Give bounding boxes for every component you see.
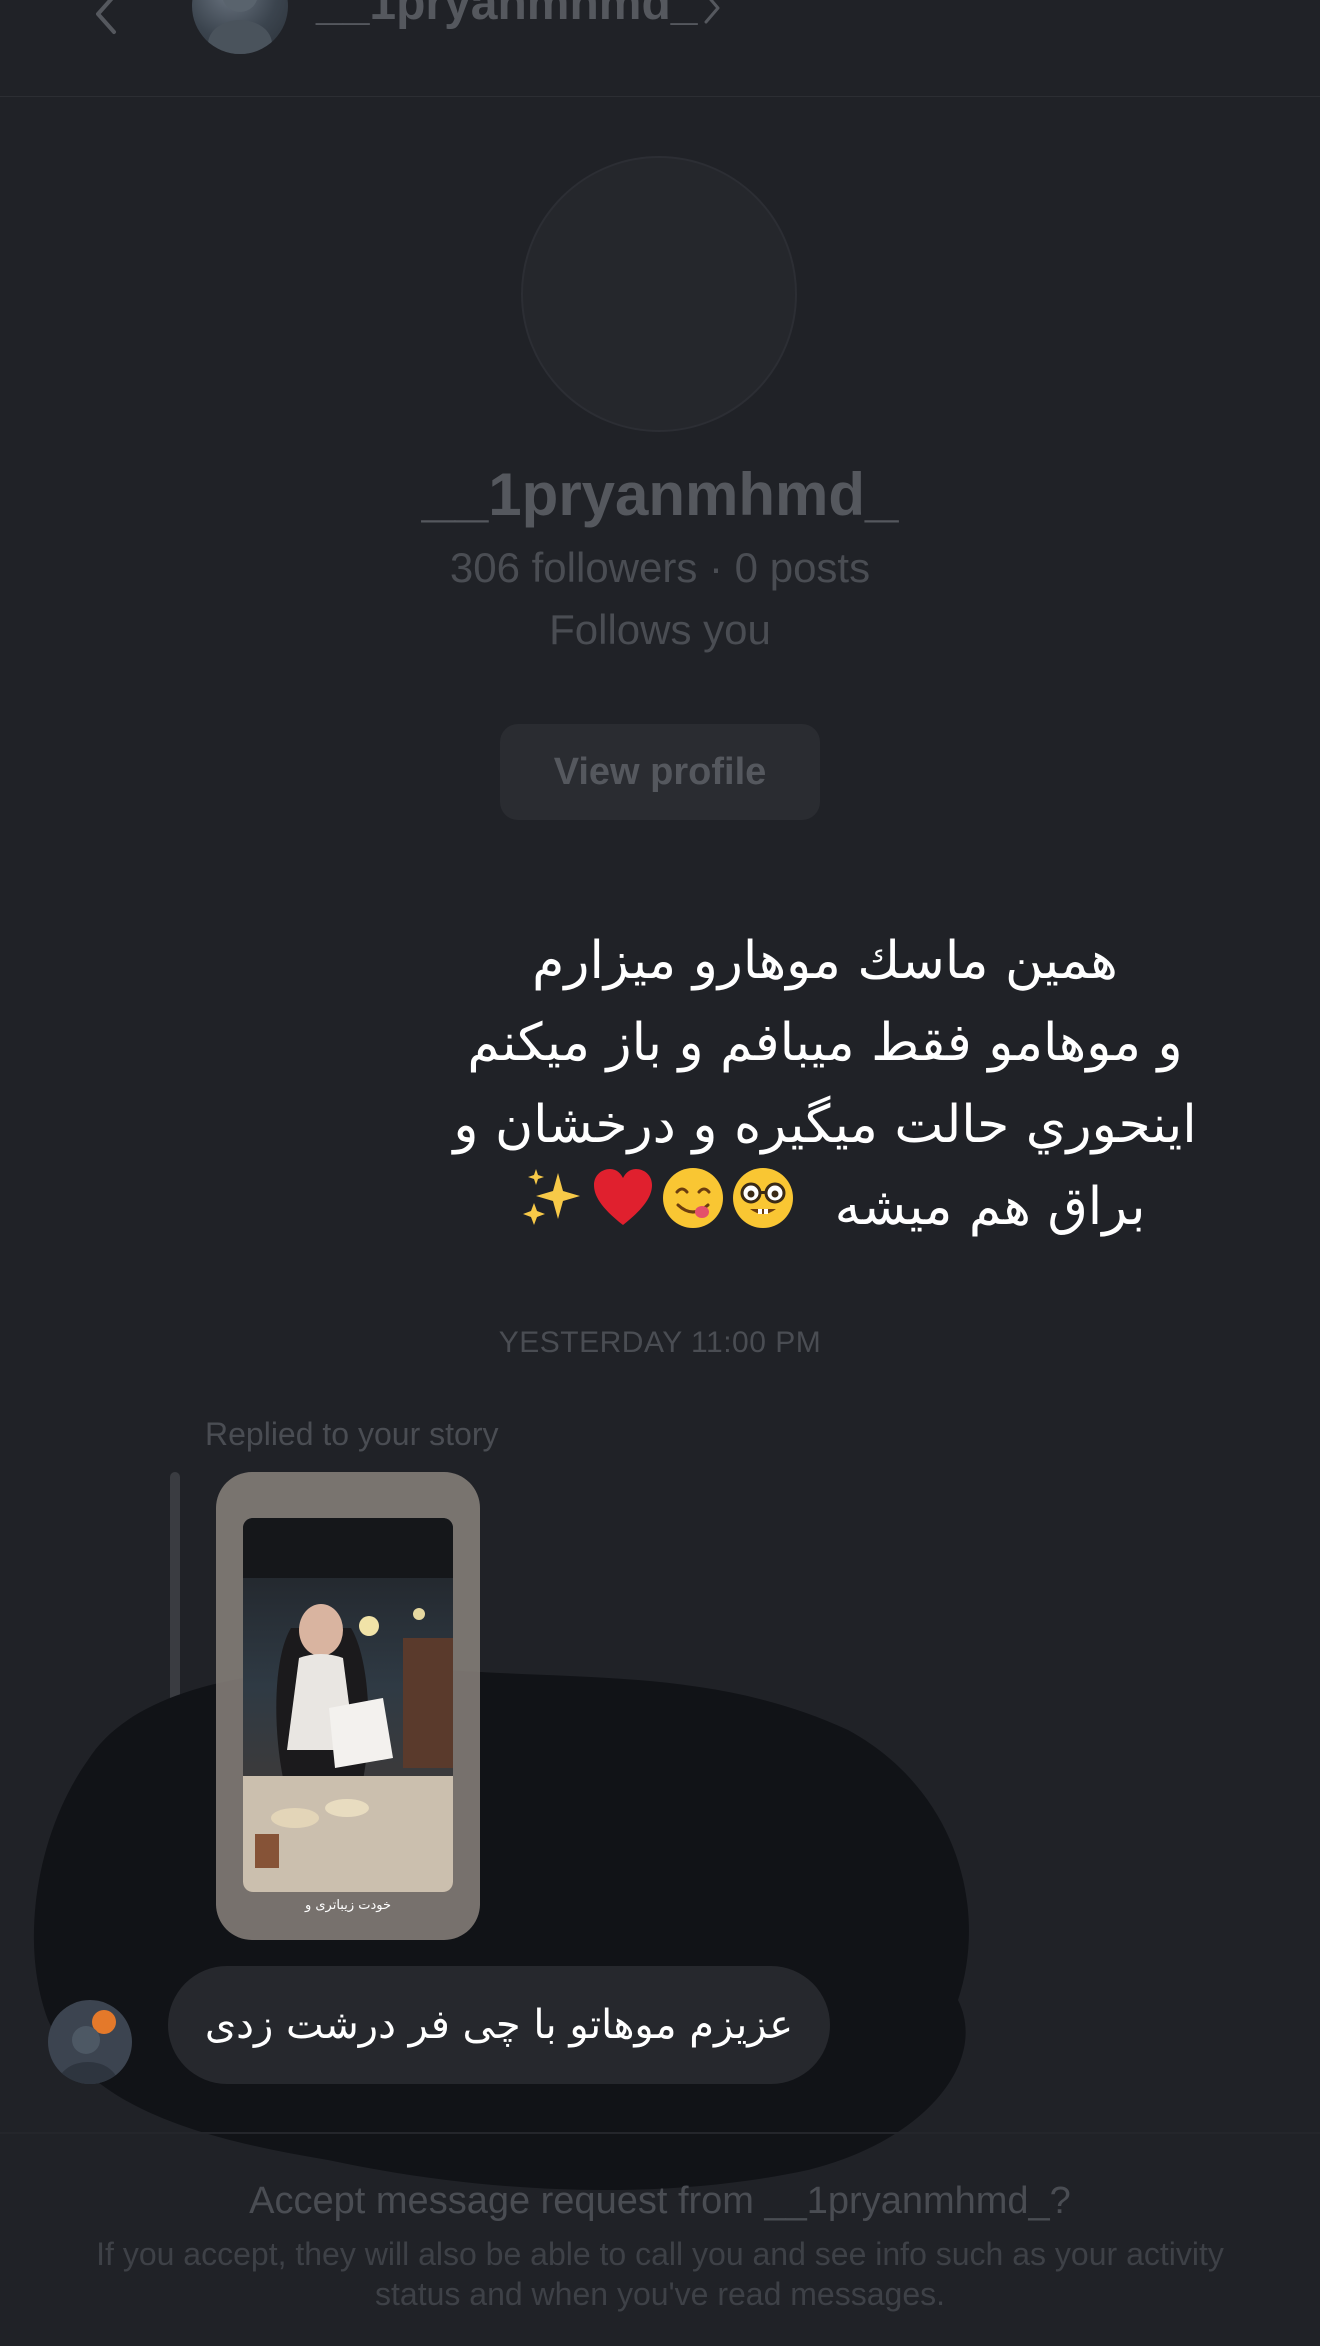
timestamp: YESTERDAY 11:00 PM	[498, 1326, 822, 1359]
profile-stats: 306 followers · 0 posts	[449, 544, 871, 591]
sender-avatar[interactable]	[48, 2000, 132, 2084]
message-text: عزیزم موهاتو با چی فر درشت زدی	[204, 2002, 794, 2048]
story-thumbnail[interactable]: خودت زیباتری و	[216, 1472, 480, 1940]
caption-line: براق هم میشه	[834, 1177, 1146, 1237]
view-profile-button[interactable]: View profile	[500, 724, 820, 820]
sparkles-icon	[523, 1169, 580, 1225]
chevron-right-icon[interactable]	[700, 0, 724, 26]
accept-request-description: If you accept, they will also be able to…	[96, 2236, 1224, 2312]
conversation-header: __1pryanmhmd_	[0, 0, 1320, 97]
caption-line: همین ماسك موهارو میزارم	[532, 931, 1118, 991]
follows-you-label: Follows you	[549, 606, 771, 653]
story-caption: خودت زیباتری و	[304, 1898, 392, 1913]
redaction-scribble	[33, 1667, 969, 2191]
red-heart-icon	[594, 1169, 652, 1225]
header-username[interactable]: __1pryanmhmd_	[316, 0, 698, 31]
emoji-row	[520, 1166, 796, 1230]
story-photo	[243, 1518, 453, 1892]
footer-divider	[0, 2132, 1320, 2134]
header-avatar[interactable]	[192, 0, 288, 54]
replied-to-story-label: Replied to your story	[205, 1416, 499, 1452]
nerd-face-icon	[733, 1168, 793, 1228]
yum-face-icon	[663, 1168, 723, 1228]
profile-avatar[interactable]	[521, 156, 797, 432]
caption-line: و موهامو فقط میبافم و باز میکنم	[467, 1013, 1183, 1073]
profile-username: __1pryanmhmd_	[421, 461, 899, 528]
caption-line: اینحوري حالت میگیره و درخشان و	[453, 1095, 1197, 1155]
accept-request-title: Accept message request from __1pryanmhmd…	[249, 2180, 1071, 2222]
chevron-left-icon[interactable]	[84, 0, 128, 36]
message-caption: همین ماسك موهارو میزارم و موهامو فقط میب…	[380, 920, 1270, 1248]
message-bubble[interactable]: عزیزم موهاتو با چی فر درشت زدی	[168, 1966, 830, 2084]
